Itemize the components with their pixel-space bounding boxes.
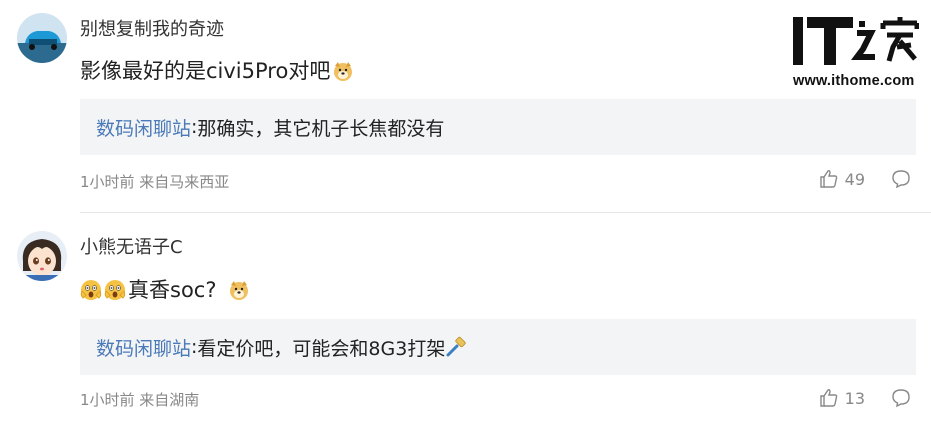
comment-text: 影像最好的是civi5Pro对吧 [80,59,331,83]
reply-button[interactable] [891,388,911,408]
scared-emoji-icon [104,279,126,301]
username[interactable]: 小熊无语子C [80,237,183,259]
doge-emoji-icon [228,279,250,301]
comment-content: 真香soc? [80,276,250,304]
quoted-username[interactable]: 数码闲聊站 [96,114,191,141]
like-count: 49 [844,169,865,189]
quoted-text: 那确实，其它机子长焦都没有 [197,117,445,140]
comment-bubble-icon [892,389,910,408]
thumbs-up-icon [819,389,837,407]
comment-meta: 1小时前 来自马来西亚 [80,173,230,191]
comment-bubble-icon [892,170,910,189]
comment-meta: 1小时前 来自湖南 [80,391,200,409]
quoted-text: 看定价吧，可能会和8G3打架 [197,337,446,360]
like-button[interactable]: 49 [819,169,865,189]
like-button[interactable]: 13 [819,388,865,408]
comment-content: 影像最好的是civi5Pro对吧 [80,57,354,85]
thumbs-up-icon [819,170,837,188]
reply-button[interactable] [891,169,911,189]
ithome-logo: www.ithome.com [793,15,920,91]
avatar[interactable] [17,13,67,63]
avatar[interactable] [17,231,67,281]
ithome-logo-mark [793,17,920,65]
quoted-reply: 数码闲聊站: 那确实，其它机子长焦都没有 [80,99,916,155]
comment-text: 真香soc? [128,278,217,302]
quoted-reply: 数码闲聊站: 看定价吧，可能会和8G3打架 [80,319,916,375]
comment-actions: 13 [819,388,911,408]
scared-emoji-icon [80,279,102,301]
username[interactable]: 别想复制我的奇迹 [80,19,224,41]
doge-emoji-icon [332,60,354,82]
quoted-username[interactable]: 数码闲聊站 [96,334,191,361]
hammer-emoji-icon [445,336,467,358]
comment-actions: 49 [819,169,911,189]
comment-divider [80,212,931,213]
like-count: 13 [844,388,865,408]
ithome-url: www.ithome.com [793,73,915,89]
